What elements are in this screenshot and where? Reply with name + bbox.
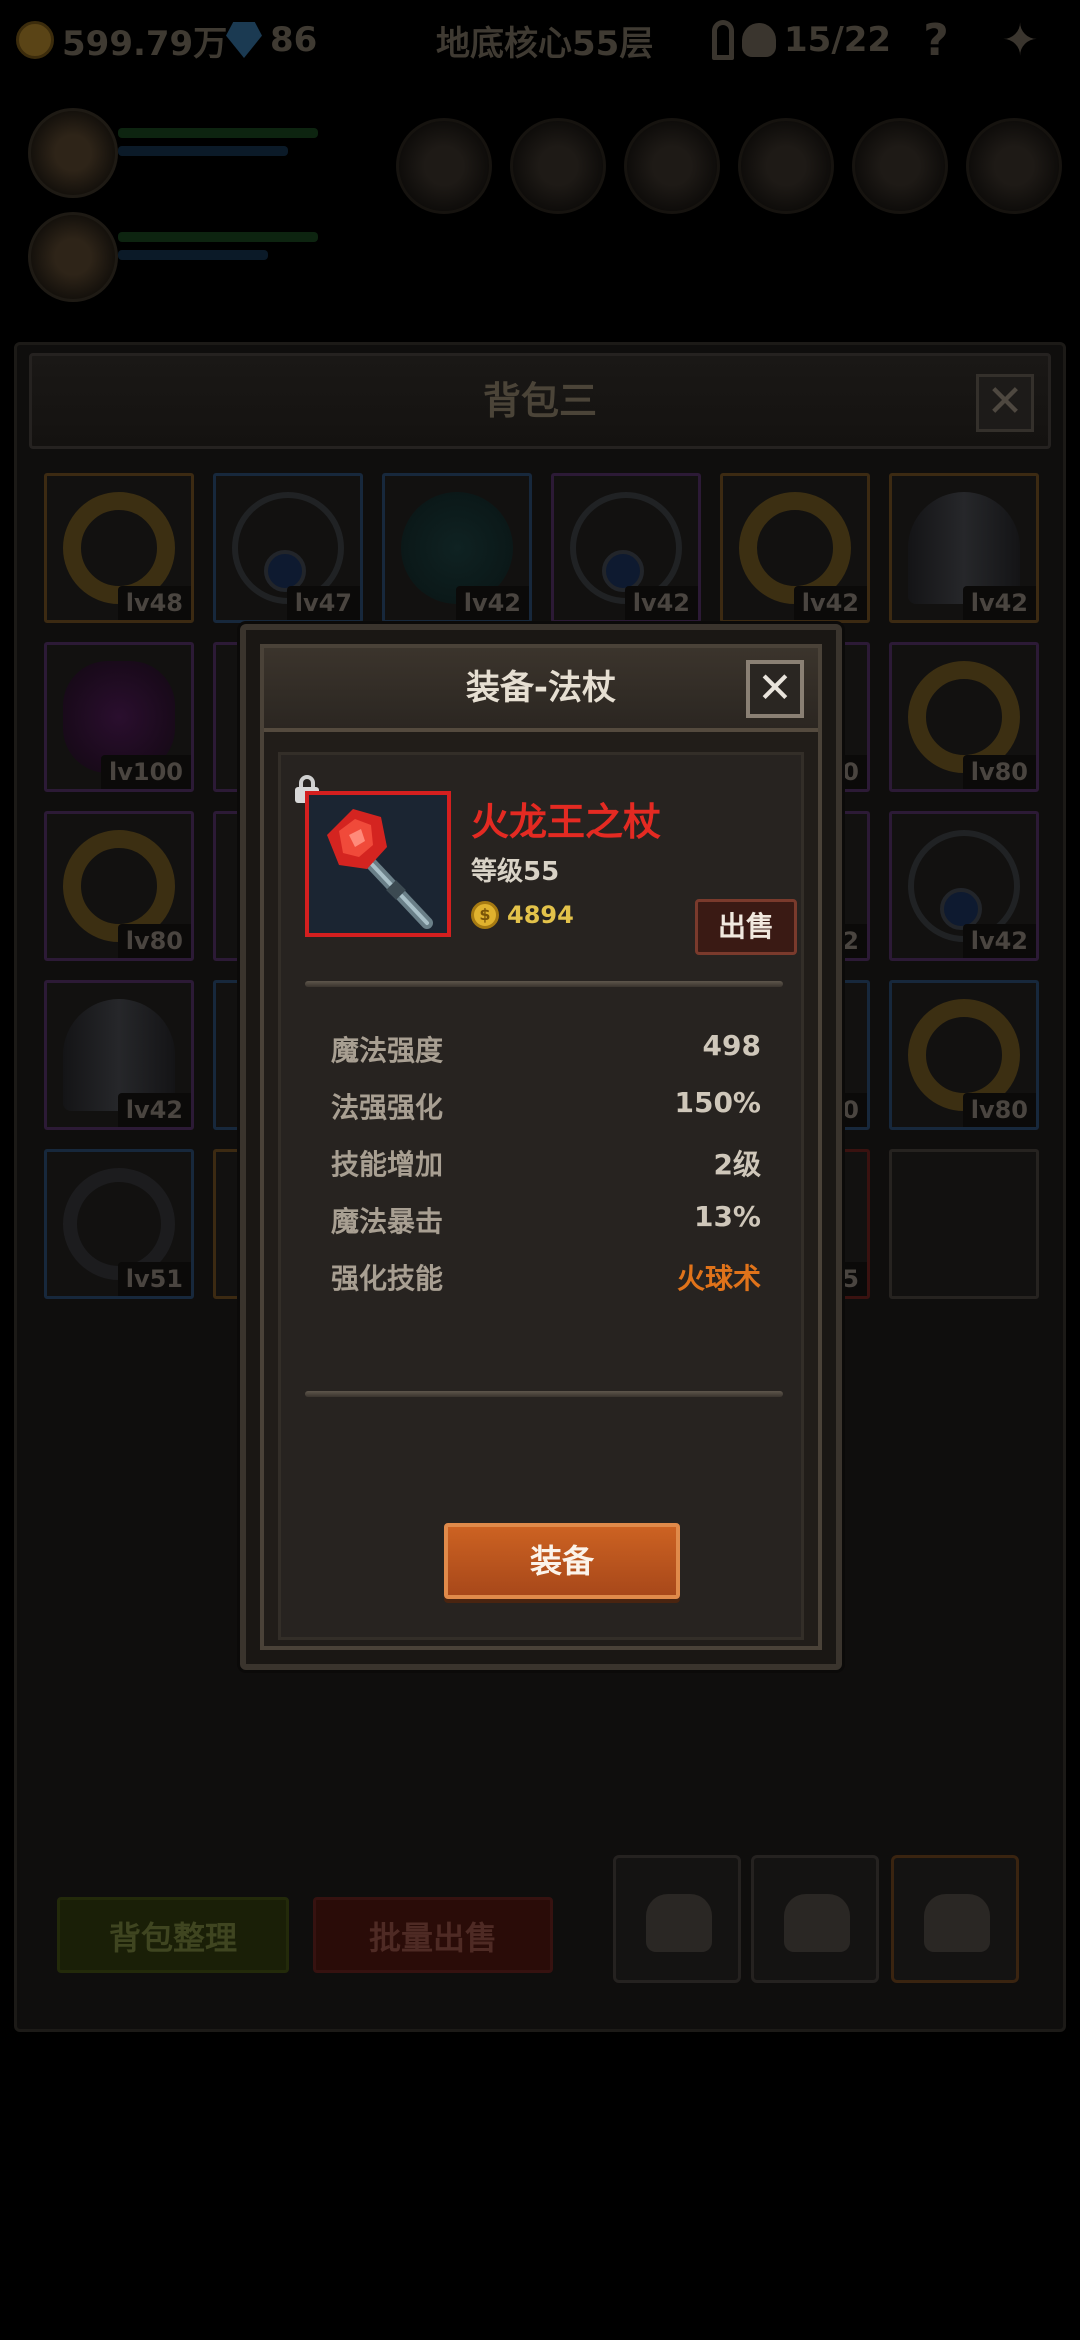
- sell-button[interactable]: 出售: [695, 899, 797, 955]
- item-level: 等级55: [471, 857, 560, 887]
- stat-label: 魔法暴击: [331, 1205, 444, 1238]
- skull-icon: [742, 23, 776, 57]
- backpack-title: 背包三: [482, 379, 597, 423]
- gold-amount: 599.79万: [62, 23, 228, 64]
- backpack-slot[interactable]: [889, 1149, 1039, 1299]
- skill-slot-1: [396, 118, 492, 214]
- settings-gear-icon[interactable]: ✦: [992, 12, 1048, 68]
- backpack-close-button[interactable]: ✕: [976, 374, 1034, 432]
- backpack-icon: [924, 1894, 990, 1952]
- gold-counter: 599.79万: [16, 14, 227, 66]
- backpack-slot[interactable]: lv42: [720, 473, 870, 623]
- item-level-badge: lv100: [101, 755, 191, 789]
- backpack-icon: [646, 1894, 712, 1952]
- backpack-slot[interactable]: lv80: [889, 980, 1039, 1130]
- backpack-slot[interactable]: lv42: [551, 473, 701, 623]
- backpack-slot[interactable]: lv80: [44, 811, 194, 961]
- skill-slot-2: [510, 118, 606, 214]
- hero-portrait-2: [28, 212, 118, 302]
- stat-label: 技能增加: [331, 1148, 444, 1181]
- hero-2-mana-bar: [118, 250, 268, 260]
- item-level-badge: lv80: [117, 924, 191, 958]
- backpack-tab-2[interactable]: [751, 1855, 879, 1983]
- gold-coin-icon: $: [471, 901, 499, 929]
- stat-row: 魔法强度 498: [331, 1029, 761, 1073]
- backpack-header: 背包三 ✕: [29, 353, 1051, 449]
- skill-slot-5: [852, 118, 948, 214]
- gold-coin-icon: [16, 21, 54, 59]
- backpack-slot[interactable]: lv100: [44, 642, 194, 792]
- kill-count: 15/22: [784, 20, 892, 60]
- dialog-title: 装备-法杖: [465, 668, 617, 708]
- dialog-body: 火龙王之杖 等级55 $ 4894 出售 魔法强度 498 法强强化 150% 技能增加…: [278, 752, 804, 1640]
- key-icon: [712, 20, 734, 60]
- item-name: 火龙王之杖: [471, 800, 662, 844]
- divider: [305, 981, 783, 987]
- equip-button[interactable]: 装备: [444, 1523, 680, 1599]
- backpack-slot[interactable]: lv42: [889, 473, 1039, 623]
- dialog-close-button[interactable]: ✕: [746, 660, 804, 718]
- item-level-badge: lv47: [286, 586, 360, 620]
- hero-1-mana-bar: [118, 146, 288, 156]
- stat-row: 技能增加 2级: [331, 1143, 761, 1187]
- item-level-badge: lv42: [793, 586, 867, 620]
- stat-row: 魔法暴击 13%: [331, 1200, 761, 1244]
- item-level-badge: lv48: [117, 586, 191, 620]
- skill-slot-3: [624, 118, 720, 214]
- bulk-sell-button[interactable]: 批量出售: [313, 1897, 553, 1973]
- item-level-badge: lv51: [117, 1262, 191, 1296]
- item-level-badge: lv42: [455, 586, 529, 620]
- stat-label: 魔法强度: [331, 1034, 444, 1067]
- item-icon-frame: [305, 791, 451, 937]
- item-level-badge: lv42: [624, 586, 698, 620]
- item-level-badge: lv42: [117, 1093, 191, 1127]
- item-level-badge: lv80: [962, 1093, 1036, 1127]
- top-hud: 599.79万 86 地底核心55层 15/22 ? ✦: [0, 0, 1080, 80]
- kill-counter: 15/22: [712, 14, 891, 66]
- dialog-header: 装备-法杖 ✕: [264, 648, 818, 732]
- skill-slot-4: [738, 118, 834, 214]
- stat-row: 强化技能 火球术: [331, 1257, 761, 1301]
- hero-1-health-bar: [118, 128, 318, 138]
- gem-counter: 86: [226, 14, 317, 66]
- divider: [305, 1391, 783, 1397]
- backpack-slot[interactable]: lv51: [44, 1149, 194, 1299]
- location-label: 地底核心55层: [436, 14, 653, 66]
- stat-row: 法强强化 150%: [331, 1086, 761, 1130]
- hero-2-health-bar: [118, 232, 318, 242]
- backpack-tab-3[interactable]: [891, 1855, 1019, 1983]
- backpack-slot[interactable]: lv48: [44, 473, 194, 623]
- diamond-icon: [226, 22, 262, 58]
- help-button[interactable]: ?: [908, 12, 964, 68]
- item-level-badge: lv42: [962, 924, 1036, 958]
- stat-value: 498: [702, 1029, 761, 1062]
- hero-portrait-1: [28, 108, 118, 198]
- item-price-value: 4894: [507, 901, 574, 929]
- location-text: 地底核心55层: [436, 23, 654, 64]
- backpack-slot[interactable]: lv80: [889, 642, 1039, 792]
- gem-amount: 86: [270, 20, 318, 60]
- item-level-badge: lv80: [962, 755, 1036, 789]
- backpack-slot[interactable]: lv42: [889, 811, 1039, 961]
- backpack-slot[interactable]: lv47: [213, 473, 363, 623]
- backpack-icon: [784, 1894, 850, 1952]
- backpack-slot[interactable]: lv42: [382, 473, 532, 623]
- stat-value: 2级: [713, 1148, 761, 1181]
- stat-label: 法强强化: [331, 1091, 444, 1124]
- equipment-dialog: 装备-法杖 ✕ 火龙王之杖 等级55 $ 4894 出售 魔法强度 498 法强…: [240, 624, 842, 1670]
- dialog-frame: 装备-法杖 ✕ 火龙王之杖 等级55 $ 4894 出售 魔法强度 498 法强…: [260, 644, 822, 1650]
- stat-value: 150%: [674, 1086, 761, 1119]
- stat-label: 强化技能: [331, 1262, 444, 1295]
- item-level-badge: lv42: [962, 586, 1036, 620]
- stat-value: 13%: [693, 1200, 761, 1233]
- backpack-tab-1[interactable]: [613, 1855, 741, 1983]
- fire-staff-icon: [327, 809, 433, 929]
- item-price: $ 4894: [471, 901, 574, 929]
- sort-backpack-button[interactable]: 背包整理: [57, 1897, 289, 1973]
- stat-value: 火球术: [676, 1262, 761, 1295]
- skill-slot-6: [966, 118, 1062, 214]
- backpack-slot[interactable]: lv42: [44, 980, 194, 1130]
